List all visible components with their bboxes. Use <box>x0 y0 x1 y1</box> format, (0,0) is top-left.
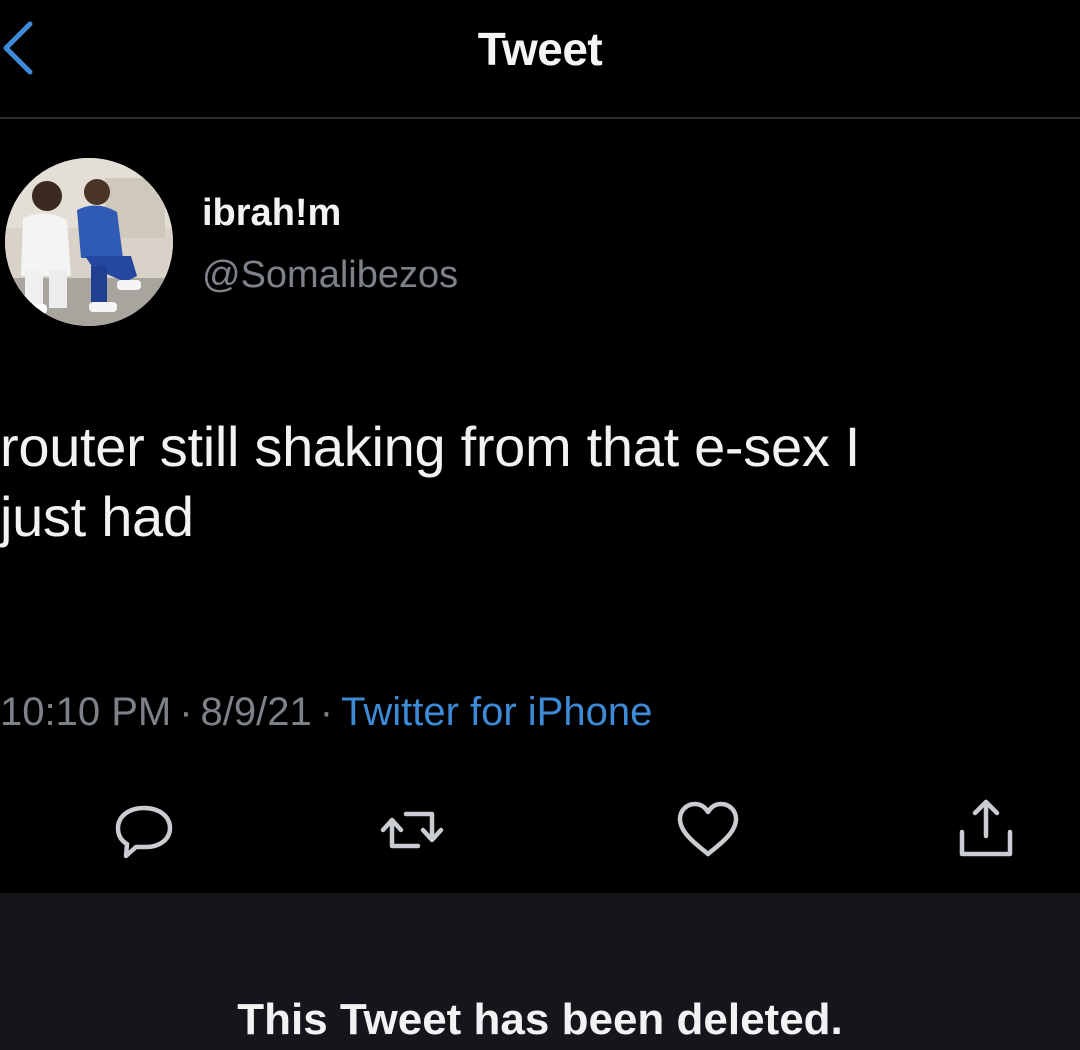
meta-separator: · <box>179 690 193 734</box>
header-divider <box>0 117 1080 119</box>
author-handle[interactable]: @Somalibezos <box>202 254 458 297</box>
tweet-source-link[interactable]: Twitter for iPhone <box>341 690 652 734</box>
deleted-tweet-banner: This Tweet has been deleted. <box>0 893 1080 1050</box>
tweet-text: router still shaking from that e-sex I j… <box>0 412 1075 552</box>
tweet-meta: 10:10 PM · 8/9/21 · Twitter for iPhone <box>0 690 652 735</box>
reply-button[interactable] <box>106 792 182 868</box>
like-button[interactable] <box>670 792 746 868</box>
retweet-button[interactable] <box>374 792 450 868</box>
avatar[interactable] <box>5 158 173 326</box>
tweet-text-line: router still shaking from that e-sex I <box>0 415 861 478</box>
share-icon <box>959 799 1013 857</box>
deleted-tweet-message: This Tweet has been deleted. <box>237 995 843 1044</box>
tweet-date: 8/9/21 <box>200 690 312 734</box>
meta-separator: · <box>319 690 334 734</box>
page-title: Tweet <box>477 23 603 75</box>
share-button[interactable] <box>948 792 1024 868</box>
reply-icon <box>115 805 173 859</box>
heart-icon <box>677 801 739 857</box>
author-display-name[interactable]: ibrah!m <box>202 192 341 235</box>
avatar-photo <box>5 158 173 326</box>
top-navigation-bar: Tweet <box>0 0 1080 119</box>
tweet-text-line: just had <box>0 485 194 548</box>
tweet-time: 10:10 PM <box>0 690 172 734</box>
retweet-icon <box>380 811 444 849</box>
